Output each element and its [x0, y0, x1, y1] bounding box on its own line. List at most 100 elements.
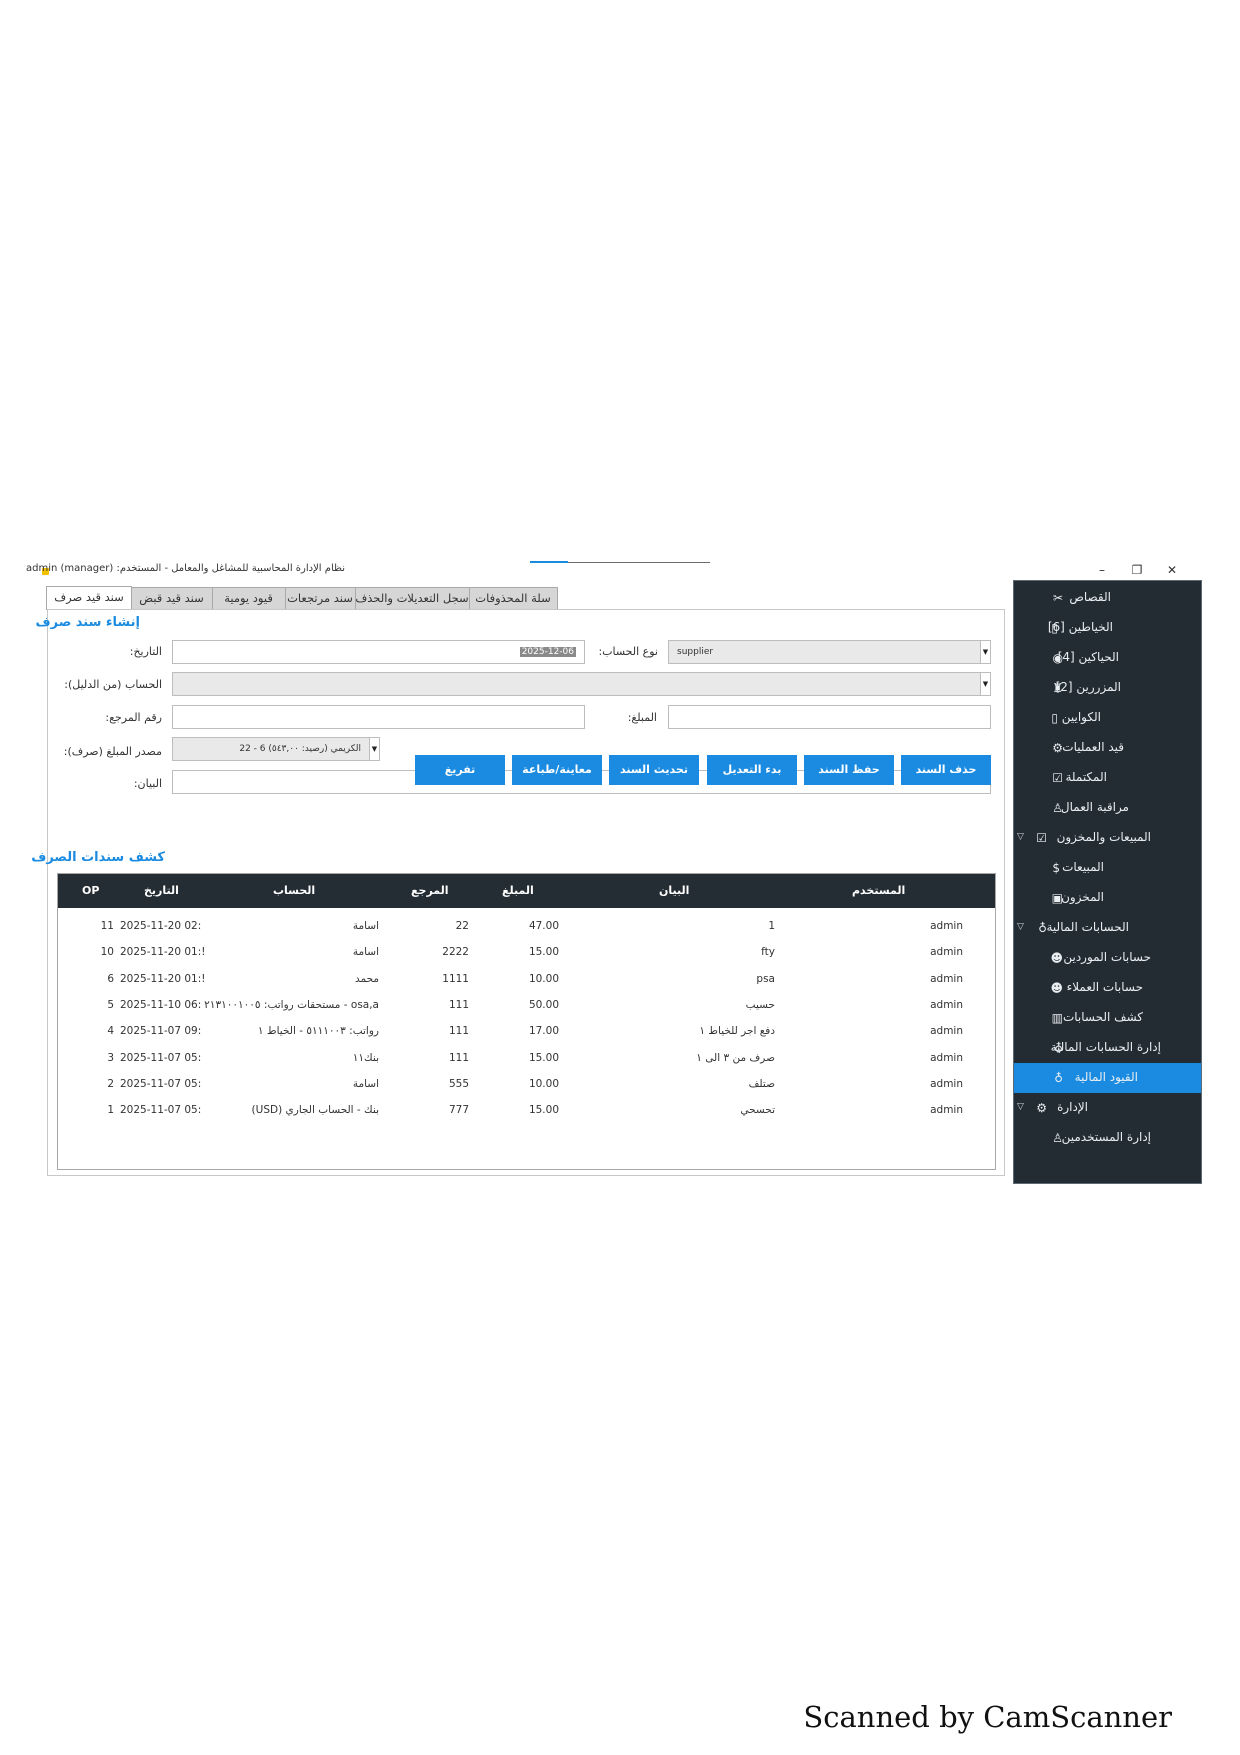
chevron-down-icon[interactable]: ▼ — [980, 673, 990, 695]
table-cell: اسامة — [352, 946, 379, 959]
delete-voucher-button[interactable]: حذف السند — [901, 755, 991, 785]
tab-returns[interactable]: سند مرتجعات — [284, 587, 356, 609]
square-icon: ▯ — [1051, 711, 1058, 725]
table-cell: 2025-11-07 05: — [120, 1104, 202, 1117]
table-cell: 47.00 — [528, 920, 559, 932]
dollar-icon: $ — [1052, 861, 1060, 875]
sidebar-item-customer-accounts[interactable]: ☻ حسابات العملاء — [1014, 973, 1201, 1003]
column-header-reference[interactable]: المرجع — [411, 884, 449, 897]
sidebar-item-inventory[interactable]: ▣ المخزون — [1014, 883, 1201, 913]
table-cell: osa,a - مستحقات رواتب: ٢١٣١٠٠١٠٠٥ — [204, 998, 379, 1011]
table-row[interactable]: 11 2025-11-20 02: اسامة 22 47.00 1 admin — [58, 914, 995, 940]
save-voucher-button[interactable]: حفظ السند — [804, 755, 894, 785]
column-header-description[interactable]: البيان — [659, 884, 689, 897]
people-icon: ☻ — [1050, 951, 1063, 965]
source-select[interactable]: 22 - 6 الكريمي (رصيد: ٥٤٣,٠٠) ▼ — [172, 737, 380, 761]
table-row[interactable]: 5 2025-11-10 06: osa,a - مستحقات رواتب: ٢١… — [58, 993, 995, 1019]
table-cell: 2025-11-10 06: — [120, 998, 202, 1011]
column-header-amount[interactable]: المبلغ — [502, 884, 534, 897]
account-select[interactable]: ▼ — [172, 672, 991, 696]
sidebar-item-label: مراقبة العمال — [1060, 800, 1129, 814]
table-row[interactable]: 4 2025-11-07 09: رواتب: ٥١١١٠٠٣ - الخياط ١… — [58, 1019, 995, 1045]
table-cell: 10.00 — [528, 972, 559, 985]
table-cell: 2025-11-07 05: — [120, 1051, 202, 1064]
chevron-down-icon[interactable]: ▼ — [980, 641, 990, 663]
date-label: التاريخ: — [129, 645, 162, 658]
table-cell: 11 — [100, 920, 114, 932]
tab-payment-voucher[interactable]: سند قيد صرف — [46, 586, 132, 610]
table-cell: 17.00 — [528, 1025, 559, 1038]
start-edit-button[interactable]: بدء التعديل — [707, 755, 797, 785]
sidebar-group-sales-inventory[interactable]: ▽ ☑ المبيعات والمخزون — [1014, 823, 1201, 853]
table-row[interactable]: 3 2025-11-07 05: بنك١١ 111 15.00 صرف من ٣ الى… — [58, 1046, 995, 1072]
update-voucher-button[interactable]: تحديث السند — [609, 755, 699, 785]
table-cell: admin — [930, 1104, 963, 1117]
tab-trash[interactable]: سلة المحذوفات — [468, 587, 558, 609]
column-header-account[interactable]: الحساب — [273, 884, 315, 897]
sidebar-item-supplier-accounts[interactable]: ☻ حسابات الموردين — [1014, 943, 1201, 973]
vouchers-table: OP التاريخ الحساب المرجع المبلغ البيان ا… — [57, 873, 996, 1170]
checkbox-icon: ☑ — [1036, 831, 1047, 845]
reference-input[interactable] — [172, 705, 585, 729]
tab-daily-entries[interactable]: قيود يومية — [211, 587, 286, 609]
date-value: 2025-12-06 — [519, 647, 576, 657]
sidebar-item-ironers[interactable]: ▯ الكوايين — [1014, 703, 1201, 733]
sidebar-item-label: الكوايين — [1061, 710, 1101, 724]
tab-receipt-voucher[interactable]: سند قيد قبض — [130, 587, 213, 609]
sidebar-item-label: الحسابات المالية — [1046, 920, 1130, 934]
close-button[interactable]: ✕ — [1162, 561, 1182, 579]
sidebar-item-label: الحياكين [4] — [1057, 650, 1119, 664]
date-input[interactable]: 2025-12-06 — [172, 640, 585, 664]
preview-print-button[interactable]: معاينة/طباعة — [512, 755, 602, 785]
sidebar-item-user-management[interactable]: ♙ إدارة المستخدمين — [1014, 1123, 1201, 1153]
table-cell: 111 — [448, 998, 469, 1011]
table-row[interactable]: 2 2025-11-07 05: اسامة 555 10.00 صتلف admin — [58, 1072, 995, 1098]
column-header-user[interactable]: المستخدم — [852, 884, 905, 897]
restore-button[interactable]: ❐ — [1127, 561, 1147, 579]
column-header-op[interactable]: OP — [82, 884, 99, 897]
sidebar-item-in-progress[interactable]: ⚙ قيد العمليات — [1014, 733, 1201, 763]
sidebar-item-sales[interactable]: $ المبيعات — [1014, 853, 1201, 883]
sidebar-item-label: الخياطين [6] — [1047, 620, 1113, 634]
table-row[interactable]: 6 2025-11-20 01:! محمد 1111 10.00 psa admin — [58, 967, 995, 993]
reference-label: رقم المرجع: — [105, 711, 162, 724]
sidebar-item-label: الإدارة — [1057, 1100, 1088, 1114]
amount-input[interactable] — [668, 705, 991, 729]
table-cell: 4 — [107, 1025, 114, 1038]
chevron-down-icon[interactable]: ▼ — [369, 738, 379, 760]
column-header-date[interactable]: التاريخ — [144, 884, 179, 897]
tab-edit-log[interactable]: سجل التعديلات والحذف — [354, 587, 470, 609]
sidebar-item-knitters[interactable]: ◉ الحياكين [4] — [1014, 643, 1201, 673]
table-cell: بنك١١ — [352, 1051, 379, 1064]
table-cell: 15.00 — [528, 1051, 559, 1064]
table-cell: 2025-11-07 09: — [120, 1025, 202, 1038]
table-row[interactable]: 1 2025-11-07 05: بنك - الحساب الجاري (USD)… — [58, 1098, 995, 1124]
sidebar-item-worker-monitoring[interactable]: ♙ مراقبة العمال — [1014, 793, 1201, 823]
account-type-select[interactable]: supplier ▼ — [668, 640, 991, 664]
table-cell: admin — [930, 998, 963, 1011]
sidebar-group-financial-accounts[interactable]: ▽ ♁ الحسابات المالية — [1014, 913, 1201, 943]
sidebar-item-label: قيد العمليات — [1062, 740, 1124, 754]
table-cell: 1 — [768, 920, 775, 932]
sidebar-item-label: المزررين [2] — [1055, 680, 1121, 694]
table-cell: 10.00 — [528, 1077, 559, 1090]
clear-button[interactable]: تفريغ — [415, 755, 505, 785]
sidebar-group-administration[interactable]: ▽ ⚙ الإدارة — [1014, 1093, 1201, 1123]
sidebar-item-label: القصاص — [1069, 590, 1111, 604]
table-cell: admin — [930, 920, 963, 932]
sidebar-item-account-statement[interactable]: ▥ كشف الحسابات — [1014, 1003, 1201, 1033]
moneybag-icon: ♁ — [1054, 1071, 1063, 1085]
sidebar-item-tailors[interactable]: ▯ الخياطين [6] — [1014, 613, 1201, 643]
sidebar-item-financial-entries[interactable]: ♁ القيود المالية — [1014, 1063, 1201, 1093]
sidebar-item-manage-financial-accounts[interactable]: ♁ إدارة الحسابات المالية — [1014, 1033, 1201, 1063]
chevron-down-icon: ▽ — [1017, 832, 1024, 842]
sidebar-item-completed[interactable]: ☑ المكتملة — [1014, 763, 1201, 793]
minimize-button[interactable]: – — [1092, 561, 1112, 579]
table-row[interactable]: 10 2025-11-20 01:! اسامة 2222 15.00 fty admin — [58, 940, 995, 966]
sidebar-item-cutters[interactable]: ✂ القصاص — [1014, 583, 1201, 613]
table-cell: دفع اجر للخياط ١ — [699, 1025, 775, 1038]
table-cell: 22 — [455, 920, 469, 932]
amount-label: المبلغ: — [627, 711, 657, 724]
sidebar-item-buttoners[interactable]: ♜ المزررين [2] — [1014, 673, 1201, 703]
table-cell: fty — [761, 946, 775, 959]
